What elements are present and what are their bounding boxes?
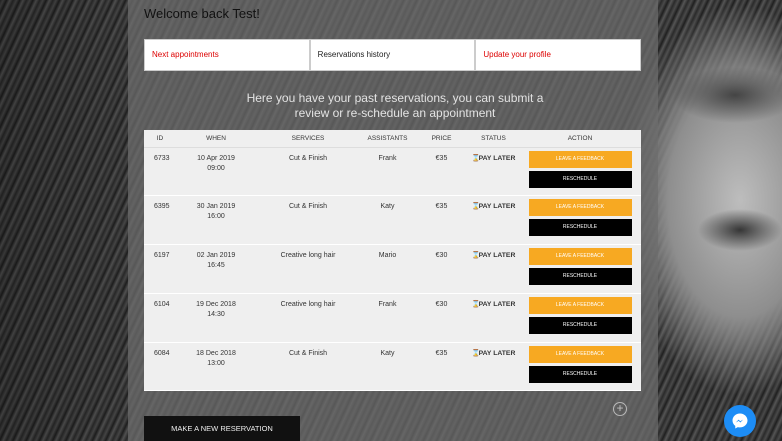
cell-id: 6395 [154,203,170,211]
cell-assistant: Frank [378,154,397,162]
cell-action: LEAVE A FEEDBACK RESCHEDULE [519,147,641,196]
messenger-icon [732,413,748,429]
plus-circle-icon[interactable]: + [613,402,627,416]
cell-when: 19 Dec 2018 14:30 [176,293,256,342]
cell-time: 09:00 [207,164,225,172]
cell-status: ⌛PAY LATER [468,342,519,391]
cell-service: Cut & Finish [288,203,328,211]
leave-feedback-button[interactable]: LEAVE A FEEDBACK [528,345,632,363]
cell-action: LEAVE A FEEDBACK RESCHEDULE [519,196,641,245]
table-row: 6104 19 Dec 2018 14:30 Creative long hair… [144,293,641,343]
table-header-row: ID WHEN SERVICES ASSISTANTS PRICE STATUS… [144,130,641,147]
cell-id: 6104 [154,300,170,308]
cell-status: ⌛PAY LATER [468,293,519,342]
nav-reservations-history[interactable]: Reservations history [309,39,476,71]
cell-date: 18 Dec 2018 [196,349,236,357]
leave-feedback-button[interactable]: LEAVE A FEEDBACK [528,199,632,217]
status-label: PAY LATER [478,252,516,260]
status-label: PAY LATER [478,203,516,211]
status-label: PAY LATER [478,300,516,308]
header-price: PRICE [431,134,452,142]
cell-date: 30 Jan 2019 [196,203,236,211]
intro-text: Here you have your past reservations, yo… [246,91,544,120]
header-status: STATUS [481,134,506,142]
cell-price: €30 [435,300,448,308]
cell-assistant: Katy [380,349,395,357]
reschedule-button[interactable]: RESCHEDULE [528,170,632,188]
hourglass-icon: ⌛ [471,349,481,357]
cell-assistant: Frank [378,300,397,308]
cell-service: Cut & Finish [288,349,328,357]
cell-time: 13:00 [207,359,225,367]
cell-service: Creative long hair [280,252,336,260]
cell-when: 10 Apr 2019 09:00 [176,147,256,196]
table-row: 6733 10 Apr 2019 09:00 Cut & Finish Frank… [144,147,641,196]
hourglass-icon: ⌛ [471,300,481,308]
nav-next-appointments[interactable]: Next appointments [144,39,310,71]
cell-when: 18 Dec 2018 13:00 [176,342,256,391]
cell-service: Cut & Finish [288,154,328,162]
status-label: PAY LATER [478,349,516,357]
cell-action: LEAVE A FEEDBACK RESCHEDULE [519,245,641,294]
background-fade [0,0,130,441]
hourglass-icon: ⌛ [471,203,481,211]
messenger-chat-button[interactable] [724,405,756,437]
leave-feedback-button[interactable]: LEAVE A FEEDBACK [528,296,632,314]
cell-assistant: Katy [380,203,395,211]
reschedule-button[interactable]: RESCHEDULE [528,316,632,334]
reschedule-button[interactable]: RESCHEDULE [528,219,632,237]
header-id: ID [156,134,164,142]
cell-id: 6733 [154,154,170,162]
hourglass-icon: ⌛ [471,154,481,162]
cell-when: 30 Jan 2019 16:00 [176,196,256,245]
welcome-heading: Welcome back Test! [144,6,260,21]
cell-service: Creative long hair [280,300,336,308]
cell-action: LEAVE A FEEDBACK RESCHEDULE [519,342,641,391]
cell-price: €35 [435,154,448,162]
cell-status: ⌛PAY LATER [468,147,519,196]
cell-id: 6197 [154,252,170,260]
cell-time: 14:30 [207,310,225,318]
table-row: 6197 02 Jan 2019 16:45 Creative long hair… [144,245,641,294]
reservations-table: ID WHEN SERVICES ASSISTANTS PRICE STATUS… [144,130,641,391]
cell-date: 02 Jan 2019 [196,252,236,260]
account-nav: Next appointments Reservations history U… [144,39,642,71]
reschedule-button[interactable]: RESCHEDULE [528,268,632,286]
cell-date: 19 Dec 2018 [196,300,236,308]
header-action: ACTION [567,134,593,142]
leave-feedback-button[interactable]: LEAVE A FEEDBACK [528,248,632,266]
header-assistants: ASSISTANTS [367,134,408,142]
cell-id: 6084 [154,349,170,357]
cell-price: €35 [435,203,448,211]
cell-status: ⌛PAY LATER [468,245,519,294]
cell-action: LEAVE A FEEDBACK RESCHEDULE [519,293,641,342]
status-label: PAY LATER [478,154,516,162]
cell-status: ⌛PAY LATER [468,196,519,245]
make-reservation-button[interactable]: MAKE A NEW RESERVATION [144,416,300,441]
cell-date: 10 Apr 2019 [197,154,235,162]
header-services: SERVICES [291,134,325,142]
reschedule-button[interactable]: RESCHEDULE [528,365,632,383]
cell-price: €35 [435,349,448,357]
cell-price: €30 [435,252,448,260]
table-row: 6395 30 Jan 2019 16:00 Cut & Finish Katy … [144,196,641,245]
leave-feedback-button[interactable]: LEAVE A FEEDBACK [528,150,632,168]
table-row: 6084 18 Dec 2018 13:00 Cut & Finish Katy … [144,342,641,391]
header-when: WHEN [206,134,226,142]
nav-update-profile[interactable]: Update your profile [475,39,642,71]
cell-time: 16:45 [207,262,225,270]
cell-when: 02 Jan 2019 16:45 [176,245,256,294]
cell-time: 16:00 [207,213,225,221]
hourglass-icon: ⌛ [471,252,481,260]
cell-assistant: Mario [378,252,397,260]
reservations-table-container: ID WHEN SERVICES ASSISTANTS PRICE STATUS… [144,130,641,391]
